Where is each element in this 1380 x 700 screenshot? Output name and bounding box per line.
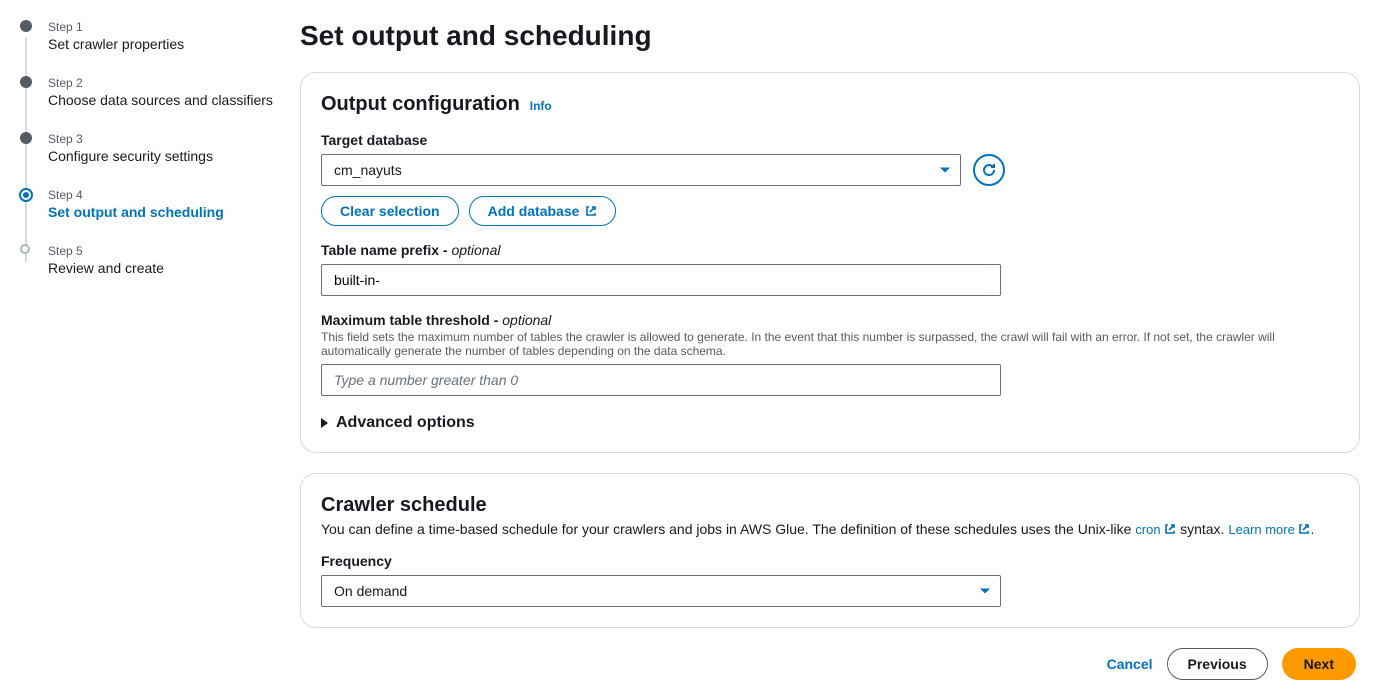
caret-down-icon [980, 589, 990, 594]
step-label: Step 2 [48, 76, 290, 90]
step-marker [20, 20, 32, 32]
external-link-icon [585, 205, 597, 217]
external-link-icon [1164, 523, 1176, 535]
threshold-label-text: Maximum table threshold - [321, 312, 502, 328]
advanced-options-label: Advanced options [336, 414, 475, 432]
table-prefix-input[interactable] [321, 264, 1001, 296]
step-marker-active [19, 188, 33, 202]
step-title: Set crawler properties [48, 36, 290, 52]
schedule-desc-a: You can define a time-based schedule for… [321, 521, 1135, 537]
cron-link[interactable]: cron [1135, 522, 1176, 537]
learn-more-text: Learn more [1228, 522, 1294, 537]
target-database-value: cm_nayuts [334, 162, 402, 178]
frequency-select[interactable]: On demand [321, 575, 1001, 607]
threshold-description: This field sets the maximum number of ta… [321, 330, 1339, 358]
advanced-options-toggle[interactable]: Advanced options [321, 414, 1339, 432]
cron-link-text: cron [1135, 522, 1160, 537]
previous-button[interactable]: Previous [1167, 648, 1268, 680]
schedule-desc-b: syntax. [1176, 521, 1228, 537]
step-marker [20, 76, 32, 88]
cancel-button[interactable]: Cancel [1107, 656, 1153, 672]
next-button[interactable]: Next [1282, 648, 1356, 680]
refresh-button[interactable] [973, 154, 1005, 186]
prefix-label-text: Table name prefix - [321, 242, 451, 258]
step-marker-pending [20, 244, 30, 254]
prefix-optional: optional [451, 242, 500, 258]
page-title: Set output and scheduling [300, 20, 1360, 52]
refresh-icon [981, 162, 997, 178]
step-4-active[interactable]: Step 4 Set output and scheduling [20, 188, 290, 244]
output-configuration-panel: Output configuration Info Target databas… [300, 72, 1360, 453]
period: . [1310, 521, 1314, 537]
step-label: Step 5 [48, 244, 290, 258]
info-link[interactable]: Info [530, 99, 552, 113]
step-3[interactable]: Step 3 Configure security settings [20, 132, 290, 188]
step-label: Step 4 [48, 188, 290, 202]
target-database-select[interactable]: cm_nayuts [321, 154, 961, 186]
caret-down-icon [940, 168, 950, 173]
step-title: Choose data sources and classifiers [48, 92, 290, 108]
wizard-stepper: Step 1 Set crawler properties Step 2 Cho… [10, 20, 290, 680]
step-marker [20, 132, 32, 144]
frequency-label: Frequency [321, 553, 1339, 569]
threshold-input[interactable] [321, 364, 1001, 396]
schedule-description: You can define a time-based schedule for… [321, 521, 1339, 537]
output-section-title: Output configuration [321, 93, 520, 115]
wizard-footer: Cancel Previous Next [300, 648, 1360, 680]
schedule-section-title: Crawler schedule [321, 494, 487, 516]
step-5[interactable]: Step 5 Review and create [20, 244, 290, 300]
clear-selection-button[interactable]: Clear selection [321, 196, 459, 226]
crawler-schedule-panel: Crawler schedule You can define a time-b… [300, 473, 1360, 628]
target-database-label: Target database [321, 132, 1339, 148]
frequency-value: On demand [334, 583, 407, 599]
threshold-optional: optional [502, 312, 551, 328]
triangle-right-icon [321, 418, 328, 428]
step-label: Step 3 [48, 132, 290, 146]
step-2[interactable]: Step 2 Choose data sources and classifie… [20, 76, 290, 132]
step-title: Configure security settings [48, 148, 290, 164]
learn-more-link[interactable]: Learn more [1228, 522, 1310, 537]
add-database-button[interactable]: Add database [469, 196, 617, 226]
step-title: Review and create [48, 260, 290, 276]
step-1[interactable]: Step 1 Set crawler properties [20, 20, 290, 76]
step-title: Set output and scheduling [48, 204, 290, 220]
threshold-label: Maximum table threshold - optional [321, 312, 1339, 328]
add-database-label: Add database [488, 203, 580, 219]
external-link-icon [1298, 523, 1310, 535]
step-label: Step 1 [48, 20, 290, 34]
table-prefix-label: Table name prefix - optional [321, 242, 1339, 258]
